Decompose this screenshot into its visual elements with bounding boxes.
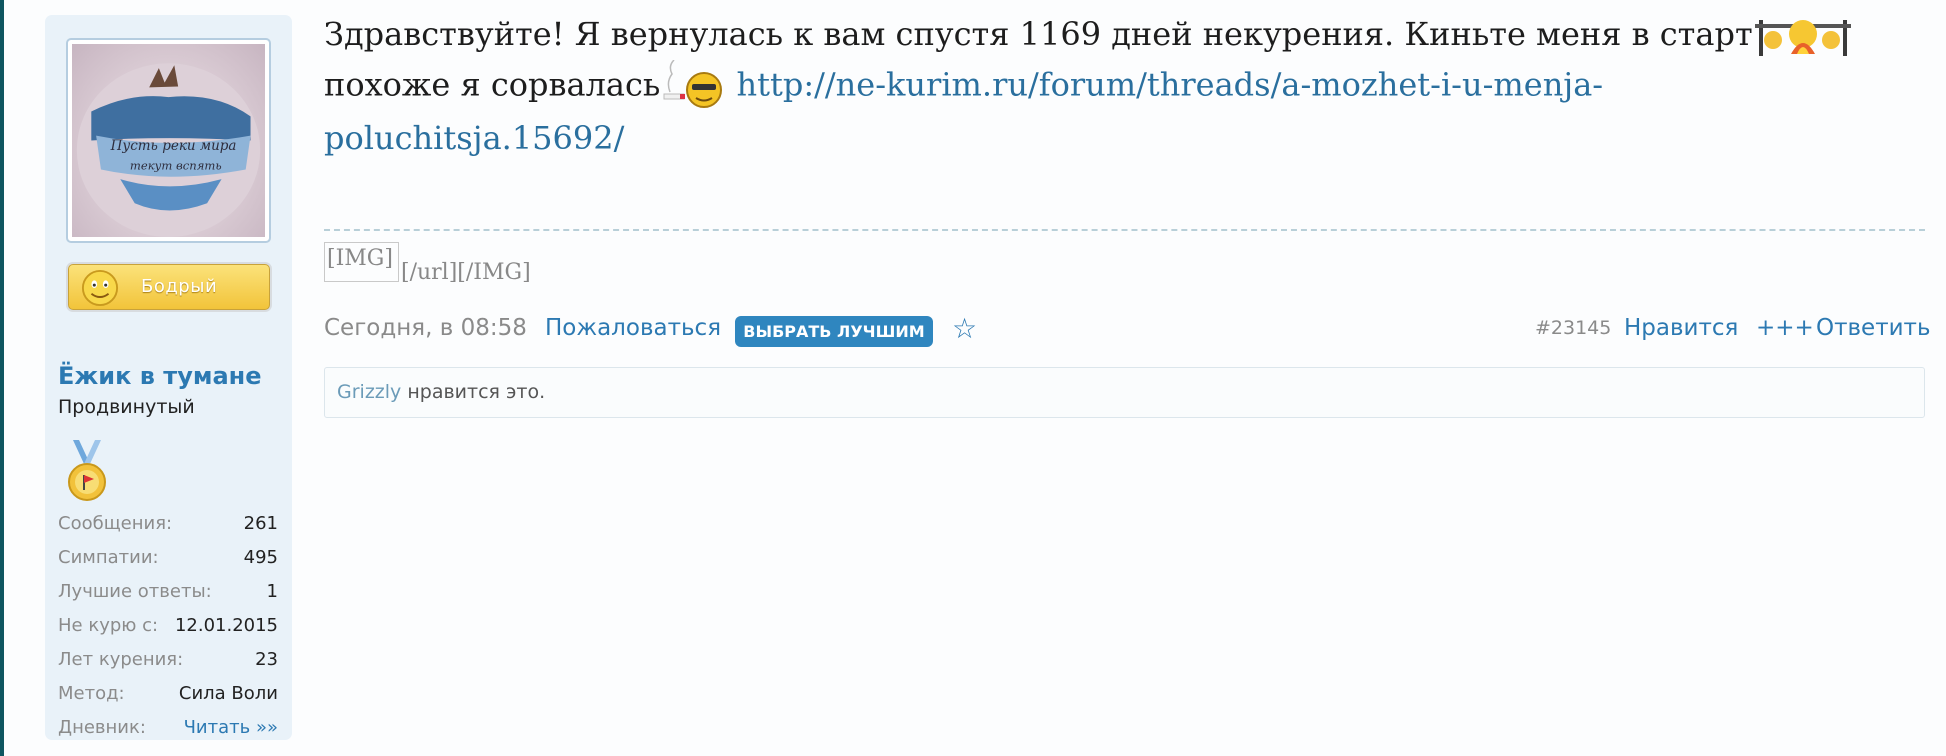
post-number-link[interactable]: #23145 bbox=[1535, 317, 1611, 339]
liker-username[interactable]: Grizzly bbox=[337, 381, 401, 403]
stat-row-messages: Сообщения: 261 bbox=[58, 509, 278, 543]
stat-value: 23 bbox=[255, 649, 278, 670]
stat-value: 495 bbox=[243, 547, 278, 568]
stat-key: Дневник: bbox=[58, 717, 146, 738]
plus-link[interactable]: +++ bbox=[1756, 315, 1814, 341]
stat-key: Сообщения: bbox=[58, 513, 173, 534]
stat-key: Не курю с: bbox=[58, 615, 159, 636]
select-best-button[interactable]: ВЫБРАТЬ ЛУЧШИМ bbox=[735, 316, 933, 347]
reply-link[interactable]: Ответить bbox=[1816, 315, 1931, 341]
status-badge-label: Бодрый bbox=[141, 276, 218, 297]
stat-row-diary: Дневник: Читать »» bbox=[58, 713, 278, 747]
stat-row-quit-date: Не курю с: 12.01.2015 bbox=[58, 611, 278, 645]
user-sidebar: Пусть реки мира текут вспять Бодрый Ёжик… bbox=[45, 15, 292, 740]
campfire-smiley-icon bbox=[1754, 19, 1851, 56]
stat-key: Метод: bbox=[58, 683, 125, 704]
post-line-2: похоже я сорвалась bbox=[324, 65, 661, 103]
stat-row-best-answers: Лучшие ответы: 1 bbox=[58, 577, 278, 611]
stat-value[interactable]: 261 bbox=[244, 513, 278, 534]
star-icon[interactable]: ☆ bbox=[952, 312, 977, 345]
thread-link[interactable]: http://ne-kurim.ru/forum/threads/a-mozhe… bbox=[737, 65, 1604, 103]
stat-key: Симпатии: bbox=[58, 547, 159, 568]
signature-divider bbox=[324, 229, 1925, 231]
user-title: Продвинутый bbox=[58, 396, 195, 418]
medal-icon bbox=[68, 440, 106, 501]
post-date[interactable]: Сегодня, в 08:58 bbox=[324, 315, 527, 341]
stat-key: Лет курения: bbox=[58, 649, 184, 670]
svg-text:Пусть реки мира: Пусть реки мира bbox=[110, 138, 237, 154]
thread-link-continued[interactable]: poluchitsja.15692/ bbox=[324, 119, 624, 157]
likes-text: нравится это. bbox=[401, 381, 546, 403]
avatar[interactable]: Пусть реки мира текут вспять bbox=[66, 38, 271, 243]
status-badge: Бодрый bbox=[68, 264, 270, 310]
user-stats: Сообщения: 261 Симпатии: 495 Лучшие отве… bbox=[58, 509, 278, 747]
signature-text: [/url][/IMG] bbox=[401, 260, 531, 285]
avatar-image: Пусть реки мира текут вспять bbox=[72, 44, 265, 237]
smiley-face-icon bbox=[81, 269, 119, 307]
like-link[interactable]: Нравится bbox=[1624, 315, 1738, 341]
post-message: Здравствуйте! Я вернулась к вам спустя 1… bbox=[324, 10, 1924, 163]
svg-text:текут вспять: текут вспять bbox=[130, 158, 222, 172]
stat-value: 12.01.2015 bbox=[174, 615, 278, 636]
stat-row-likes: Симпатии: 495 bbox=[58, 543, 278, 577]
stat-row-method: Метод: Сила Воли bbox=[58, 679, 278, 713]
diary-read-link[interactable]: Читать »» bbox=[184, 717, 278, 738]
stat-value: 1 bbox=[266, 581, 278, 602]
likes-summary: Grizzly нравится это. bbox=[324, 367, 1925, 418]
left-edge-bar bbox=[0, 0, 4, 756]
post-line-1: Здравствуйте! Я вернулась к вам спустя 1… bbox=[324, 15, 1753, 53]
smoking-smiley-icon bbox=[663, 59, 723, 108]
stat-row-years-smoking: Лет курения: 23 bbox=[58, 645, 278, 679]
broken-image-placeholder: [IMG] bbox=[324, 242, 399, 282]
stat-key: Лучшие ответы: bbox=[58, 581, 212, 602]
stat-value: Сила Воли bbox=[178, 683, 278, 704]
username[interactable]: Ёжик в тумане bbox=[58, 362, 262, 390]
report-link[interactable]: Пожаловаться bbox=[545, 315, 721, 341]
